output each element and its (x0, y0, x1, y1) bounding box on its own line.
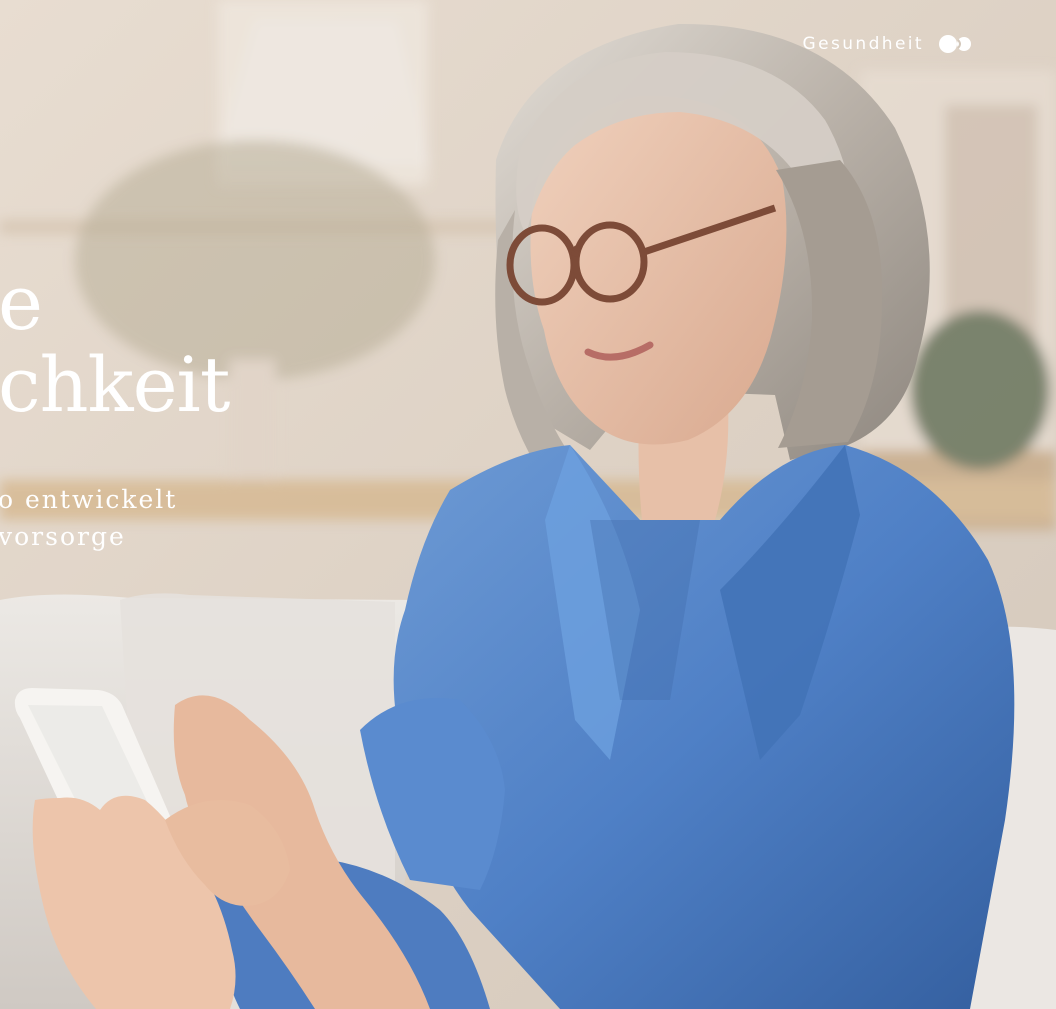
hero-subline: o entwickelt vorsorge (0, 481, 177, 555)
subline-line-2: vorsorge (0, 522, 126, 551)
headline-line-1: e (0, 258, 43, 347)
category-tag[interactable]: Gesundheit (803, 34, 972, 54)
hero-banner: Gesundheit e chkeit o entwickelt vorsorg… (0, 0, 1056, 1009)
category-label: Gesundheit (802, 34, 924, 54)
subline-line-1: o entwickelt (0, 485, 178, 514)
headline-line-2: chkeit (0, 340, 230, 429)
hero-headline: e chkeit (0, 258, 230, 429)
brand-dots-icon (939, 35, 971, 53)
